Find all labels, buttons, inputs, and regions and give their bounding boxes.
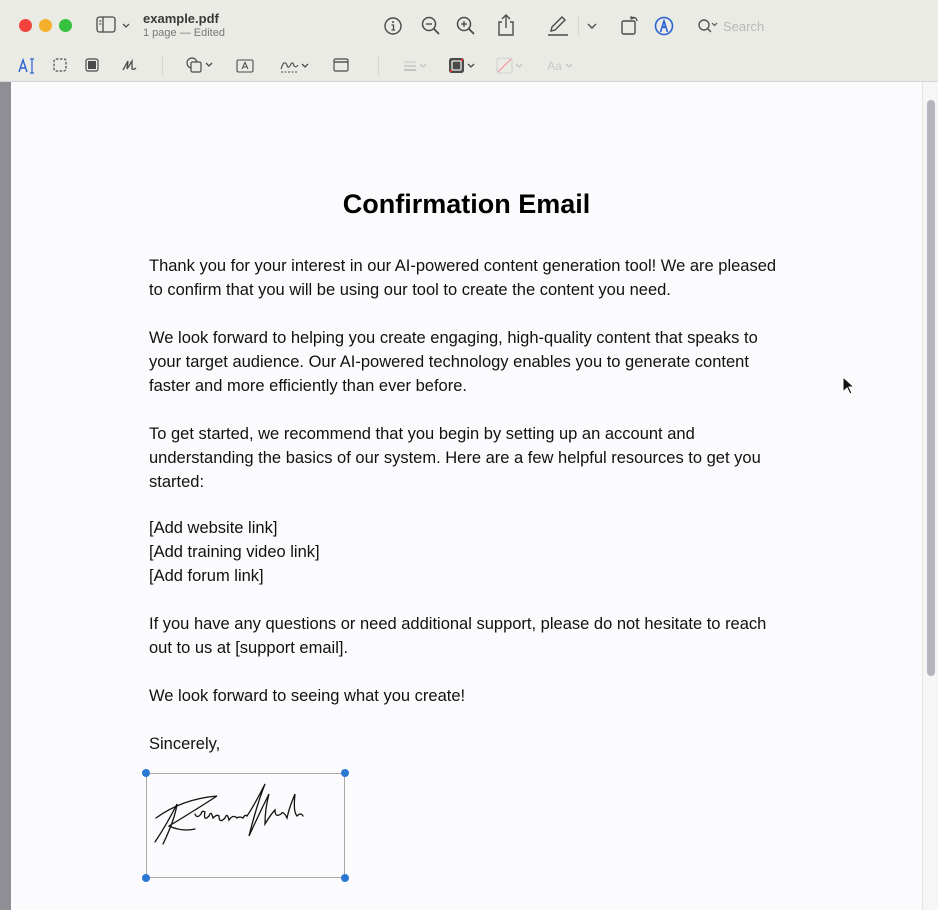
- zoom-out-icon: [421, 16, 440, 35]
- chevron-down-icon: [587, 23, 597, 29]
- info-button[interactable]: [382, 15, 404, 37]
- sidebar-icon: [96, 16, 130, 33]
- paragraph-support: If you have any questions or need additi…: [149, 615, 767, 657]
- text-box-button[interactable]: [236, 58, 254, 74]
- shapes-button[interactable]: [185, 56, 215, 74]
- document-title: example.pdf: [143, 11, 219, 26]
- search-placeholder: Search: [723, 19, 765, 34]
- search-field[interactable]: Search: [692, 14, 920, 38]
- info-icon: [384, 17, 402, 35]
- paragraph-forward: We look forward to helping you create en…: [149, 329, 758, 395]
- maximize-button[interactable]: [59, 19, 72, 32]
- resize-handle-bottom-right[interactable]: [341, 874, 349, 882]
- text-selection-button[interactable]: [18, 57, 36, 75]
- scrollbar-thumb[interactable]: [927, 100, 935, 676]
- border-color-icon: [449, 58, 475, 73]
- sketch-icon: [122, 58, 137, 71]
- mouse-cursor-icon: [842, 375, 856, 401]
- rotate-icon: [621, 16, 638, 35]
- redact-button[interactable]: [84, 57, 100, 73]
- chevron-down-icon: [565, 63, 573, 68]
- markup-toolbar-button[interactable]: [652, 14, 676, 38]
- signature-icon: [280, 62, 309, 73]
- rect-selection-icon: [53, 58, 67, 72]
- link-website: [Add website link]: [149, 519, 278, 537]
- zoom-in-button[interactable]: [455, 15, 477, 37]
- link-forum: [Add forum link]: [149, 567, 264, 585]
- signature-annotation[interactable]: [142, 769, 349, 882]
- zoom-in-icon: [456, 16, 475, 35]
- sketch-button[interactable]: [121, 57, 139, 73]
- resize-handle-top-left[interactable]: [142, 769, 150, 777]
- highlight-button[interactable]: [546, 14, 570, 38]
- signature-button[interactable]: [279, 57, 311, 75]
- note-icon: [333, 58, 349, 72]
- paragraph-closing: We look forward to seeing what you creat…: [149, 687, 466, 705]
- highlight-pen-icon: [548, 16, 568, 36]
- line-style-icon: [404, 61, 427, 71]
- share-button[interactable]: [495, 13, 517, 37]
- text-selection-icon: [18, 57, 34, 74]
- close-button[interactable]: [19, 19, 32, 32]
- shapes-icon: [186, 57, 213, 73]
- highlight-options-button[interactable]: [584, 18, 600, 34]
- note-button[interactable]: [332, 57, 350, 73]
- minimize-button[interactable]: [39, 19, 52, 32]
- document-heading: Confirmation Email: [342, 189, 591, 219]
- share-icon: [498, 14, 514, 36]
- title-bar: example.pdf 1 page — Edited Search: [0, 0, 938, 50]
- markup-icon: [654, 16, 674, 36]
- fill-color-button[interactable]: [496, 57, 526, 75]
- markup-toolbar: Aa: [0, 50, 938, 82]
- line-style-button[interactable]: [402, 57, 430, 75]
- search-icon: [698, 19, 718, 33]
- text-style-button[interactable]: Aa: [546, 57, 576, 75]
- zoom-out-button[interactable]: [420, 15, 442, 37]
- signature-image: [154, 783, 304, 845]
- resize-handle-bottom-left[interactable]: [142, 874, 150, 882]
- link-training-video: [Add training video link]: [149, 543, 320, 561]
- rectangular-selection-button[interactable]: [52, 57, 68, 73]
- fill-color-icon: [496, 57, 523, 74]
- paragraph-intro: Thank you for your interest in our AI-po…: [149, 257, 777, 299]
- text-style-icon: Aa: [547, 59, 562, 73]
- redact-icon: [85, 58, 99, 72]
- rotate-button[interactable]: [618, 13, 642, 37]
- resize-handle-top-right[interactable]: [341, 769, 349, 777]
- sidebar-toggle-button[interactable]: [95, 15, 131, 35]
- document-status: 1 page — Edited: [143, 27, 225, 39]
- paragraph-get-started: To get started, we recommend that you be…: [149, 425, 761, 491]
- sign-off: Sincerely,: [149, 735, 221, 753]
- text-box-icon: [236, 59, 254, 73]
- sidebar-edge: [0, 82, 11, 910]
- border-color-button[interactable]: [448, 57, 478, 75]
